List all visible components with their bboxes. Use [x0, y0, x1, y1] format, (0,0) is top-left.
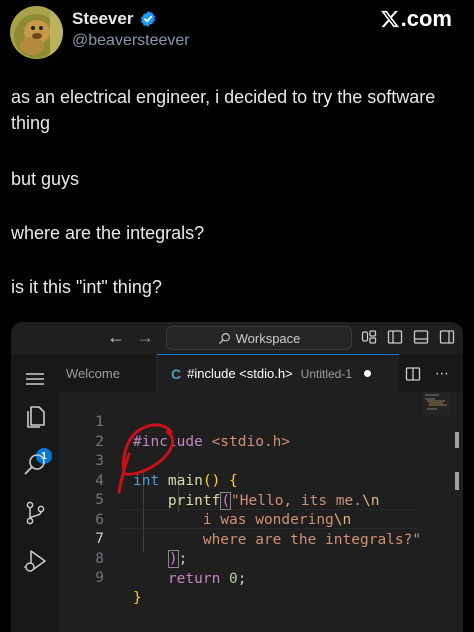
- verified-badge-icon: [141, 11, 156, 27]
- code-line: 9 }: [59, 548, 419, 606]
- tab-welcome[interactable]: Welcome: [59, 354, 157, 392]
- command-center[interactable]: Workspace: [166, 326, 352, 350]
- code-line: 1 #include <stdio.h>: [59, 392, 419, 450]
- avatar[interactable]: [10, 6, 63, 59]
- token-return: return: [167, 571, 221, 587]
- tweet-paragraph: as an electrical engineer, i decided to …: [11, 87, 436, 133]
- token-number: 0: [220, 571, 238, 587]
- scrollbar-marker[interactable]: [455, 432, 459, 448]
- command-center-label: Workspace: [235, 330, 301, 346]
- code-line: 7 );: [59, 509, 419, 568]
- tweet-paragraph: but guys: [11, 169, 80, 189]
- title-bar: ← → Workspace: [11, 322, 463, 354]
- code-line: 6 where are the integrals?": [59, 490, 421, 548]
- editor-actions: ⋯: [405, 365, 450, 382]
- author-row: Steever: [72, 9, 157, 29]
- run-debug-icon[interactable]: [22, 548, 48, 574]
- toggle-secondary-sidebar-icon[interactable]: [439, 329, 455, 345]
- arrow-left-icon[interactable]: ←: [107, 327, 125, 348]
- display-name[interactable]: Steever: [72, 9, 133, 29]
- search-icon: [218, 332, 230, 344]
- minimap[interactable]: [423, 392, 451, 416]
- layout-controls: [361, 329, 455, 345]
- editor-tab-bar: Welcome C #include <stdio.h> Untitled-1 …: [59, 354, 463, 392]
- tab-welcome-label: Welcome: [66, 365, 120, 381]
- code-line: 2: [59, 412, 419, 450]
- code-line: 5 i was wondering\n: [59, 470, 419, 528]
- code-line: 3 int main() {: [59, 431, 419, 489]
- x-logo-icon: [380, 10, 399, 28]
- code-line: 8 return 0;: [59, 529, 419, 587]
- c-file-icon: C: [171, 365, 182, 382]
- search-icon[interactable]: [22, 452, 48, 478]
- tweet-paragraph: is it this "int" thing?: [11, 277, 162, 297]
- toggle-sidebar-icon[interactable]: [387, 329, 403, 345]
- unsaved-dot-icon[interactable]: [364, 370, 372, 377]
- source-control-icon[interactable]: [22, 500, 48, 526]
- arrow-right-icon[interactable]: →: [136, 327, 154, 348]
- tab-active-description: Untitled-1: [300, 366, 353, 381]
- more-actions-icon[interactable]: ⋯: [435, 365, 450, 382]
- scrollbar-marker[interactable]: [455, 472, 459, 490]
- brand-text: .com: [400, 6, 452, 31]
- x-brand: .com: [380, 6, 452, 32]
- code-line: 4 printf("Hello, its me.\n: [59, 451, 419, 510]
- explorer-icon[interactable]: [22, 404, 48, 430]
- token-semicolon: ;: [237, 571, 247, 587]
- toggle-panel-icon[interactable]: [413, 329, 429, 345]
- copilot-icon[interactable]: [361, 329, 377, 345]
- code-editor[interactable]: 1 #include <stdio.h> 2 3 int main() { 4 …: [59, 392, 463, 632]
- attached-image-vscode[interactable]: ← → Workspace 1 Welcome C #include <stdi…: [11, 322, 463, 632]
- tab-active-file[interactable]: C #include <stdio.h> Untitled-1: [157, 354, 399, 392]
- handle[interactable]: @beaversteever: [72, 32, 190, 50]
- activity-bar: 1: [11, 354, 59, 632]
- line-number: 9: [95, 570, 104, 586]
- tab-active-label: #include <stdio.h>: [187, 366, 293, 381]
- token-close-brace: }: [133, 590, 142, 606]
- tweet-paragraph: where are the integrals?: [11, 223, 205, 243]
- split-editor-icon[interactable]: [405, 366, 421, 382]
- menu-icon[interactable]: [22, 366, 48, 392]
